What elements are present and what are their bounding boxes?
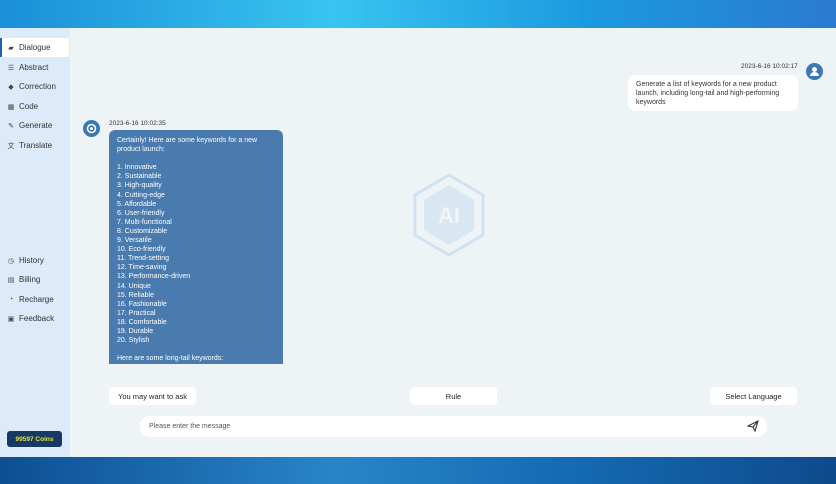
app: ▰ Dialogue ☰ Abstract ◆ Correction ▦ Code ✎ G… [0,28,836,457]
sidebar-item-generate[interactable]: ✎ Generate [0,116,69,135]
billing-icon: ▤ [7,276,15,284]
suggested-questions-button[interactable]: You may want to ask [109,387,196,405]
sidebar-item-recharge[interactable]: ◔ Recharge [0,290,69,309]
bot-avatar-icon [83,120,100,137]
code-icon: ▦ [7,103,15,111]
recharge-icon: ◔ [8,296,14,303]
bot-message-time: 2023-6-16 10:02:35 [109,120,166,127]
bot-message: Certainly! Here are some keywords for a … [109,130,283,364]
window-top-band [0,0,836,28]
abstract-icon: ☰ [7,64,15,72]
user-message-time: 2023-6-16 10:02:17 [741,63,798,70]
user-avatar-icon [806,63,823,80]
message-input[interactable]: Please enter the message [140,416,767,437]
history-icon: ◷ [7,257,15,265]
translate-icon: 文 [7,142,15,150]
sidebar-item-correction[interactable]: ◆ Correction [0,77,69,96]
sidebar-item-history[interactable]: ◷ History [0,251,69,270]
generate-icon: ✎ [8,122,14,130]
correction-icon: ◆ [8,83,14,91]
sidebar-item-feedback[interactable]: ▣ Feedback [0,309,69,328]
rule-button[interactable]: Rule [410,387,497,405]
ai-watermark-logo: AI [413,173,485,257]
sidebar-item-billing[interactable]: ▤ Billing [0,270,69,289]
user-message: Generate a list of keywords for a new pr… [628,75,798,111]
select-language-button[interactable]: Select Language [710,387,797,405]
sidebar-item-abstract[interactable]: ☰ Abstract [0,58,69,77]
sidebar: ▰ Dialogue ☰ Abstract ◆ Correction ▦ Code ✎ G… [0,28,70,457]
chat-icon: ▰ [8,44,14,52]
send-icon[interactable] [747,420,759,432]
sidebar-item-code[interactable]: ▦ Code [0,97,69,116]
window-bottom-band [0,457,836,484]
sidebar-item-dialogue[interactable]: ▰ Dialogue [0,38,69,57]
message-input-placeholder: Please enter the message [149,423,231,430]
feedback-icon: ▣ [7,315,15,323]
svg-text:AI: AI [438,203,460,228]
coins-badge[interactable]: 99597 Coins [7,431,62,447]
sidebar-item-translate[interactable]: 文 Translate [0,136,69,155]
